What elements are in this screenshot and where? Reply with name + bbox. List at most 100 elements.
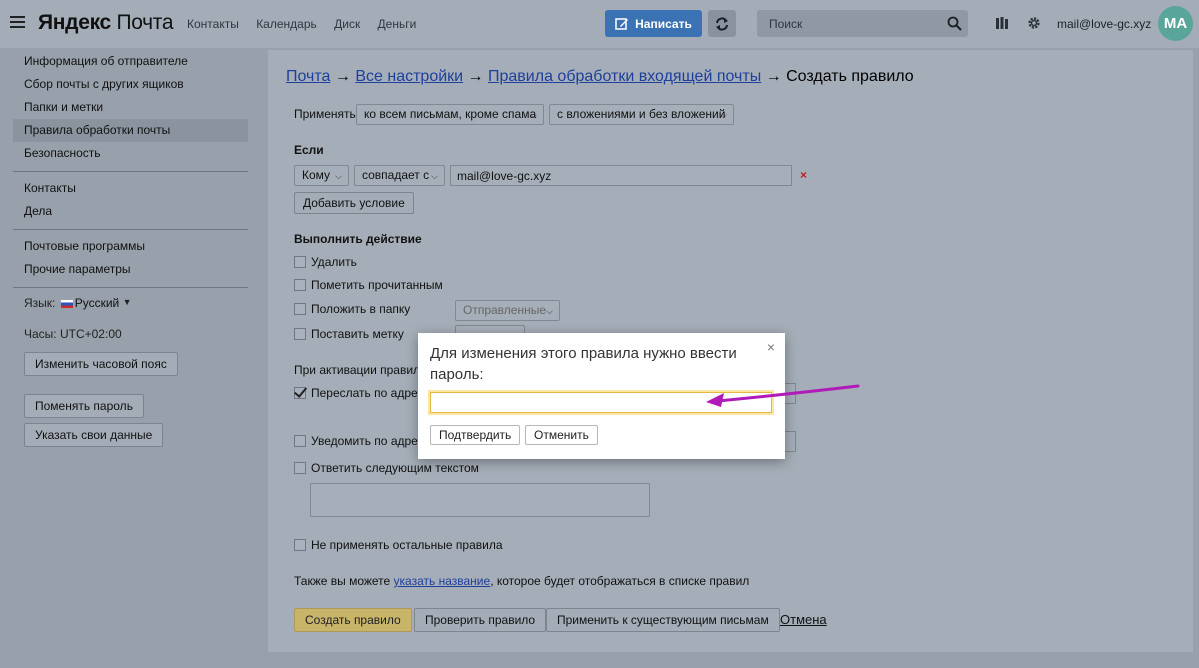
refresh-button[interactable] <box>708 10 736 37</box>
action-set-label[interactable]: Поставить метку <box>294 327 404 341</box>
create-rule-button[interactable]: Создать правило <box>294 608 412 632</box>
menu-icon[interactable] <box>10 13 25 33</box>
personal-data-button[interactable]: Указать свои данные <box>24 423 164 447</box>
russian-flag-icon <box>60 300 73 308</box>
condition-field-value: Кому <box>302 168 331 182</box>
pencil-icon <box>615 17 629 30</box>
stop-rules-checkbox[interactable] <box>294 539 306 551</box>
condition-field-select[interactable]: Кому ⌵ <box>294 165 349 186</box>
forward-label: Переслать по адресу <box>311 386 430 400</box>
chevron-down-icon: ⌵ <box>335 171 342 181</box>
nav-calendar[interactable]: Календарь <box>256 17 317 31</box>
if-heading: Если <box>294 143 324 157</box>
breadcrumb-separator: → <box>467 68 484 85</box>
breadcrumb-separator: → <box>334 68 351 85</box>
nav-disk[interactable]: Диск <box>334 17 360 31</box>
change-timezone-button[interactable]: Изменить часовой пояс <box>24 352 178 376</box>
change-password-button[interactable]: Поменять пароль <box>24 394 144 418</box>
search-box <box>757 10 968 37</box>
action-move-folder[interactable]: Положить в папку <box>294 302 410 316</box>
chevron-down-icon: ⌵ <box>720 110 727 120</box>
set-label-label: Поставить метку <box>311 327 404 341</box>
nav-contacts[interactable]: Контакты <box>187 17 239 31</box>
breadcrumb: Почта → Все настройки → Правила обработк… <box>286 68 914 86</box>
settings-sidebar: Информация об отправителе Сбор почты с д… <box>0 48 260 668</box>
condition-value-input[interactable] <box>450 165 792 186</box>
sidebar-item-mail-clients[interactable]: Почтовые программы <box>24 239 145 253</box>
refresh-icon <box>716 16 728 31</box>
action-delete[interactable]: Удалить <box>294 255 357 269</box>
rule-name-note-prefix: Также вы можете <box>294 574 394 588</box>
move-folder-checkbox[interactable] <box>294 303 306 315</box>
caret-down-icon[interactable]: ▼ <box>123 297 132 307</box>
remove-condition-icon[interactable]: × <box>800 168 807 182</box>
rule-name-note: Также вы можете указать название, которо… <box>294 574 749 588</box>
reply-checkbox[interactable] <box>294 462 306 474</box>
avatar[interactable]: MA <box>1158 6 1193 41</box>
apply-scope-select[interactable]: ко всем письмам, кроме спама ⌵ <box>356 104 544 125</box>
action-forward[interactable]: Переслать по адресу <box>294 386 430 400</box>
logo[interactable]: Яндекс Почта <box>38 11 174 35</box>
gear-icon[interactable] <box>1026 15 1042 31</box>
folder-select-value: Отправленные <box>463 303 547 317</box>
page-title: Создать правило <box>786 68 914 85</box>
top-nav: Контакты Календарь Диск Деньги <box>187 17 430 31</box>
sidebar-item-collect-mail[interactable]: Сбор почты с других ящиков <box>24 77 184 91</box>
mark-read-label: Пометить прочитанным <box>311 278 443 292</box>
condition-operator-value: совпадает с <box>362 168 430 182</box>
sidebar-item-rules[interactable]: Правила обработки почты <box>24 123 170 137</box>
folder-select[interactable]: Отправленные ⌵ <box>455 300 560 321</box>
condition-operator-select[interactable]: совпадает с ⌵ <box>354 165 445 186</box>
language-select[interactable]: Русский <box>75 296 120 310</box>
sidebar-item-folders[interactable]: Папки и метки <box>24 100 103 114</box>
search-icon[interactable] <box>947 16 962 31</box>
language-row: Язык: Русский ▼ <box>24 296 132 310</box>
set-rule-name-link[interactable]: указать название <box>394 574 491 588</box>
compose-label: Написать <box>635 16 692 31</box>
add-condition-button[interactable]: Добавить условие <box>294 192 414 214</box>
chevron-down-icon: ⌵ <box>546 306 553 316</box>
notify-checkbox[interactable] <box>294 435 306 447</box>
logo-brand: Яндекс <box>38 11 111 34</box>
sidebar-item-other[interactable]: Прочие параметры <box>24 262 131 276</box>
sidebar-item-sender-info[interactable]: Информация об отправителе <box>24 54 188 68</box>
sidebar-divider <box>13 287 248 288</box>
apply-attachments-select[interactable]: с вложениями и без вложений ⌵ <box>549 104 734 125</box>
nav-money[interactable]: Деньги <box>378 17 417 31</box>
sidebar-divider <box>13 229 248 230</box>
action-stop-rules[interactable]: Не применять остальные правила <box>294 538 503 552</box>
sidebar-item-tasks[interactable]: Дела <box>24 204 52 218</box>
delete-checkbox[interactable] <box>294 256 306 268</box>
sidebar-item-contacts[interactable]: Контакты <box>24 181 76 195</box>
sidebar-item-security[interactable]: Безопасность <box>24 146 101 160</box>
action-notify[interactable]: Уведомить по адресу <box>294 434 430 448</box>
chevron-down-icon: ⌵ <box>431 171 438 181</box>
apply-existing-button[interactable]: Применить к существующим письмам <box>546 608 780 632</box>
cancel-link[interactable]: Отмена <box>780 612 827 627</box>
account-email[interactable]: mail@love-gc.xyz <box>1057 17 1151 31</box>
delete-label: Удалить <box>311 255 357 269</box>
breadcrumb-rules[interactable]: Правила обработки входящей почты <box>488 68 761 85</box>
mark-read-checkbox[interactable] <box>294 279 306 291</box>
action-reply[interactable]: Ответить следующим текстом <box>294 461 479 475</box>
check-rule-button[interactable]: Проверить правило <box>414 608 547 632</box>
breadcrumb-mail[interactable]: Почта <box>286 68 330 85</box>
close-icon[interactable]: × <box>767 339 775 355</box>
compose-button[interactable]: Написать <box>605 10 702 37</box>
cancel-button[interactable]: Отменить <box>525 425 598 445</box>
apply-label: Применять <box>294 107 356 121</box>
sidebar-divider <box>13 171 248 172</box>
forward-checkbox[interactable] <box>294 387 306 399</box>
timezone-label: Часы: UTC+02:00 <box>24 327 122 341</box>
annotation-arrow-icon <box>706 384 860 407</box>
apply-attachments-value: с вложениями и без вложений <box>557 107 726 121</box>
reply-text-area[interactable] <box>310 483 650 517</box>
search-input[interactable] <box>757 10 937 37</box>
action-mark-read[interactable]: Пометить прочитанным <box>294 278 443 292</box>
apply-scope-value: ко всем письмам, кроме спама <box>364 107 537 121</box>
panel-icon[interactable] <box>994 15 1010 31</box>
breadcrumb-settings[interactable]: Все настройки <box>355 68 463 85</box>
confirm-button[interactable]: Подтвердить <box>430 425 521 445</box>
password-dialog-message: Для изменения этого правила нужно ввести… <box>430 345 737 383</box>
set-label-checkbox[interactable] <box>294 328 306 340</box>
